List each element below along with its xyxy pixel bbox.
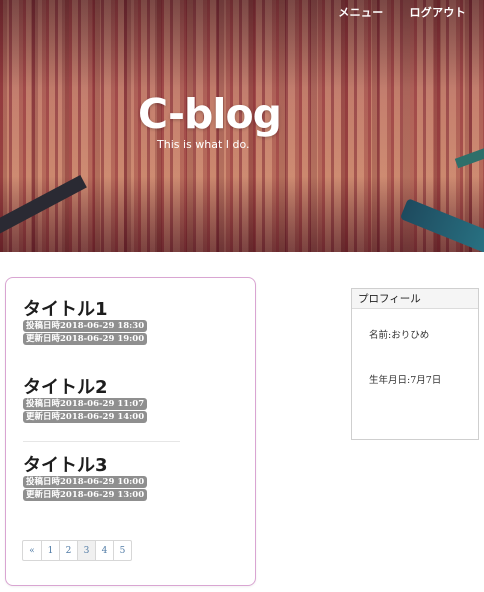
post-title-link[interactable]: タイトル2: [23, 373, 147, 398]
post-item: タイトル1 投稿日時2018-06-29 18:30 更新日時2018-06-2…: [23, 295, 148, 345]
profile-birthday: 生年月日:7月7日: [369, 375, 442, 386]
site-tagline: This is what I do.: [157, 138, 250, 151]
top-nav: メニュー ログアウト: [338, 4, 466, 20]
post-item: タイトル2 投稿日時2018-06-29 11:07 更新日時2018-06-2…: [23, 373, 148, 423]
profile-name: 名前:おりひめ: [369, 330, 430, 341]
nav-logout-link[interactable]: ログアウト: [410, 4, 467, 20]
posted-date-badge: 投稿日時2018-06-29 10:00: [23, 476, 148, 488]
posted-date-badge: 投稿日時2018-06-29 18:30: [23, 320, 148, 332]
updated-date-badge: 更新日時2018-06-29 14:00: [23, 411, 148, 423]
pagination-page-5[interactable]: 5: [113, 541, 131, 560]
site-title: C-blog: [138, 90, 282, 138]
posted-date-badge: 投稿日時2018-06-29 11:07: [23, 398, 148, 410]
nav-menu-link[interactable]: メニュー: [338, 4, 383, 20]
pagination: « 1 2 3 4 5: [22, 540, 132, 561]
profile-heading: プロフィール: [352, 289, 478, 309]
updated-date-badge: 更新日時2018-06-29 13:00: [23, 489, 148, 501]
pagination-page-3[interactable]: 3: [77, 541, 95, 560]
pagination-page-4[interactable]: 4: [95, 541, 113, 560]
posts-panel: タイトル1 投稿日時2018-06-29 18:30 更新日時2018-06-2…: [5, 277, 256, 586]
pagination-prev-button[interactable]: «: [23, 541, 41, 560]
post-title-link[interactable]: タイトル1: [23, 295, 147, 320]
profile-card: プロフィール 名前:おりひめ 生年月日:7月7日: [351, 288, 479, 440]
hero-banner: メニュー ログアウト C-blog This is what I do.: [0, 0, 484, 252]
post-item: タイトル3 投稿日時2018-06-29 10:00 更新日時2018-06-2…: [23, 451, 148, 501]
updated-date-badge: 更新日時2018-06-29 19:00: [23, 333, 148, 345]
pagination-page-2[interactable]: 2: [59, 541, 77, 560]
post-title-link[interactable]: タイトル3: [23, 451, 147, 476]
post-divider: [23, 441, 180, 442]
pagination-page-1[interactable]: 1: [41, 541, 59, 560]
